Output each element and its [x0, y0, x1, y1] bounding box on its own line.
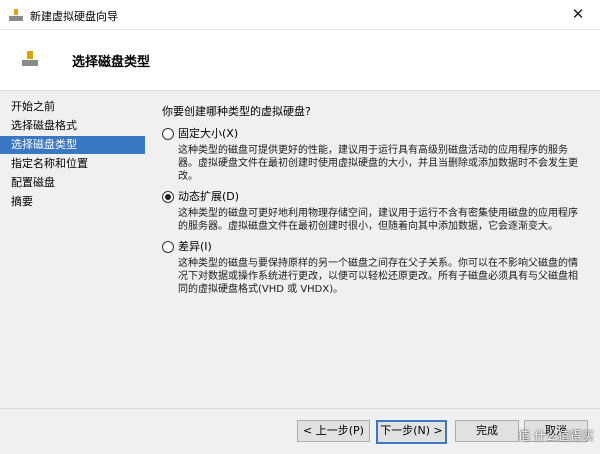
footer: < 上一步(P) 下一步(N) > 完成 取消 值 什么值得买 [0, 412, 600, 454]
option-description: 这种类型的磁盘与要保持原样的另一个磁盘之间存在父子关系。你可以在不影响父磁盘的情… [178, 258, 578, 295]
disk-wizard-icon [22, 51, 38, 66]
footer-divider [0, 408, 600, 409]
step-specify-name-location[interactable]: 指定名称和位置 [0, 155, 150, 173]
option-description: 这种类型的磁盘可更好地利用物理存储空间，建议用于运行不含有密集使用磁盘的应用程序… [178, 208, 578, 232]
option-label[interactable]: 动态扩展(D) [162, 190, 582, 204]
option-label[interactable]: 固定大小(X) [162, 127, 582, 141]
wizard-header: 选择磁盘类型 [0, 30, 600, 91]
title-bar: 新建虚拟硬盘向导 ✕ [0, 0, 600, 30]
wizard-steps: 开始之前 选择磁盘格式 选择磁盘类型 指定名称和位置 配置磁盘 摘要 [0, 98, 150, 212]
next-button[interactable]: 下一步(N) > [376, 420, 447, 444]
close-icon[interactable]: ✕ [556, 0, 600, 29]
radio-differencing[interactable] [162, 241, 174, 253]
radio-fixed-size[interactable] [162, 128, 174, 140]
option-description: 这种类型的磁盘可提供更好的性能，建议用于运行具有高级别磁盘活动的应用程序的服务器… [178, 145, 578, 182]
previous-button[interactable]: < 上一步(P) [297, 420, 370, 442]
main-content: 你要创建哪种类型的虚拟硬盘? 固定大小(X) 这种类型的磁盘可提供更好的性能，建… [162, 103, 582, 296]
option-fixed-size[interactable]: 固定大小(X) 这种类型的磁盘可提供更好的性能，建议用于运行具有高级别磁盘活动的… [162, 127, 582, 183]
step-summary[interactable]: 摘要 [0, 193, 150, 211]
watermark: 值 什么值得买 [518, 429, 594, 443]
option-label[interactable]: 差异(I) [162, 240, 582, 254]
disk-wizard-icon [9, 9, 23, 21]
step-choose-disk-type[interactable]: 选择磁盘类型 [0, 136, 145, 154]
option-dynamic[interactable]: 动态扩展(D) 这种类型的磁盘可更好地利用物理存储空间，建议用于运行不含有密集使… [162, 190, 582, 233]
finish-button[interactable]: 完成 [455, 420, 519, 442]
question-text: 你要创建哪种类型的虚拟硬盘? [162, 105, 311, 118]
step-configure-disk[interactable]: 配置磁盘 [0, 174, 150, 192]
page-title: 选择磁盘类型 [72, 55, 151, 70]
option-differencing[interactable]: 差异(I) 这种类型的磁盘与要保持原样的另一个磁盘之间存在父子关系。你可以在不影… [162, 240, 582, 296]
step-choose-disk-format[interactable]: 选择磁盘格式 [0, 117, 150, 135]
radio-dynamic[interactable] [162, 191, 174, 203]
step-before-you-begin[interactable]: 开始之前 [0, 98, 150, 116]
window-title: 新建虚拟硬盘向导 [30, 10, 118, 23]
